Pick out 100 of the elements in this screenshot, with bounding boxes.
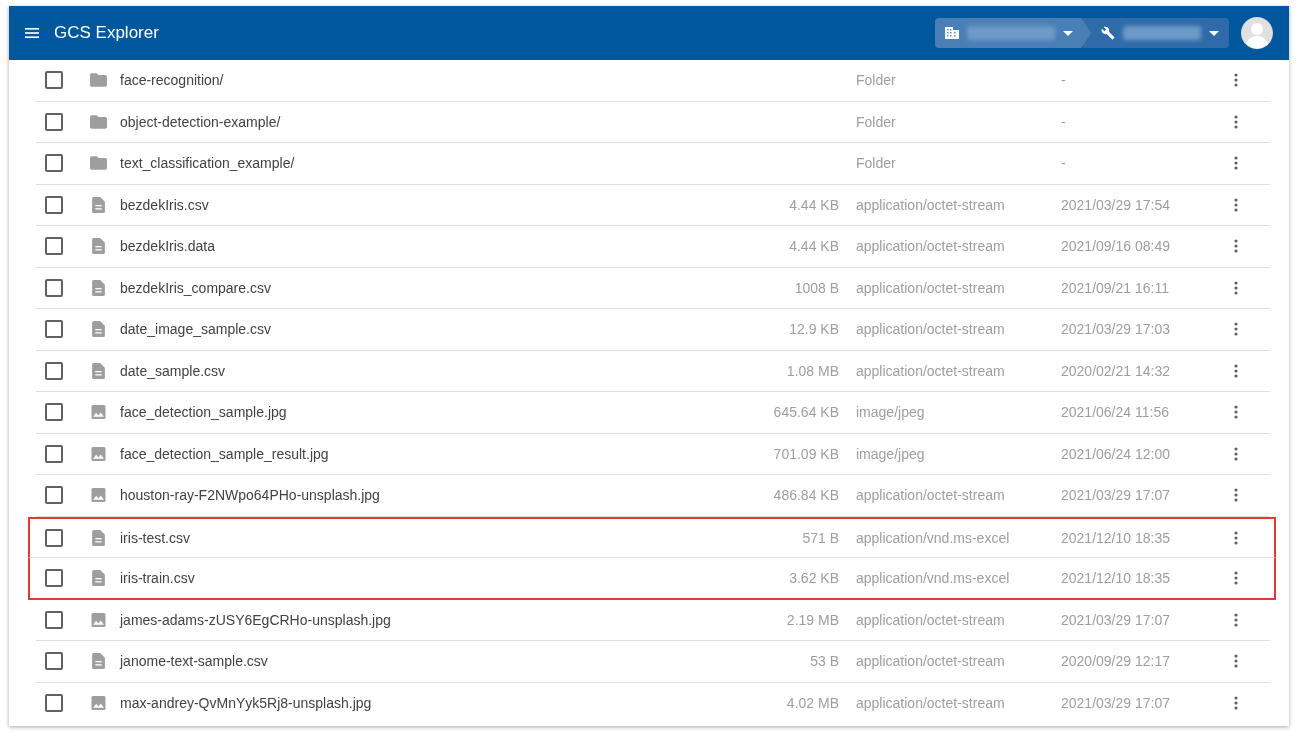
folder-icon	[90, 114, 107, 129]
more-options-icon[interactable]	[1234, 612, 1238, 627]
updated-date: 2021/03/29 17:07	[1061, 487, 1171, 504]
file-row[interactable]: iris-train.csv 3.62 KB application/vnd.ms-excel 2021/12/10 18:35	[28, 558, 1276, 600]
more-options-icon[interactable]	[1234, 280, 1238, 295]
file-name[interactable]: face_detection_sample_result.jpg	[120, 445, 680, 462]
file-row[interactable]: date_image_sample.csv 12.9 KB application/octet-stream 2021/03/29 17:03	[36, 309, 1270, 351]
document-icon	[92, 196, 105, 213]
updated-date: 2021/06/24 11:56	[1061, 404, 1170, 421]
row-checkbox[interactable]	[45, 528, 63, 547]
more-options-icon[interactable]	[1234, 197, 1238, 212]
organization-selector[interactable]	[935, 18, 1091, 48]
row-checkbox[interactable]	[45, 486, 63, 505]
row-checkbox[interactable]	[45, 154, 63, 173]
file-name[interactable]: date_sample.csv	[120, 362, 680, 379]
file-type: Folder	[856, 72, 897, 89]
row-checkbox[interactable]	[45, 320, 63, 339]
file-row[interactable]: date_sample.csv 1.08 MB application/octet-stream 2020/02/21 14:32	[36, 350, 1270, 392]
file-size: 701.09 KB	[773, 445, 839, 462]
file-name[interactable]: james-adams-zUSY6EgCRHo-unsplash.jpg	[120, 611, 680, 628]
row-checkbox[interactable]	[45, 694, 63, 713]
updated-date: 2020/09/29 12:17	[1061, 653, 1171, 670]
file-row[interactable]: bezdekIris.data 4.44 KB application/octet-stream 2021/09/16 08:49	[36, 226, 1270, 268]
more-options-icon[interactable]	[1234, 696, 1238, 711]
more-options-icon[interactable]	[1234, 530, 1238, 545]
file-size: 486.84 KB	[773, 487, 839, 504]
file-name[interactable]: date_image_sample.csv	[120, 321, 680, 338]
file-row[interactable]: houston-ray-F2NWpo64PHo-unsplash.jpg 486.84 KB application/octet-stream 2021/03/29 17:07	[36, 475, 1270, 517]
row-checkbox[interactable]	[45, 444, 63, 463]
file-name[interactable]: iris-train.csv	[120, 569, 680, 586]
file-type: application/vnd.ms-excel	[856, 529, 1011, 546]
document-icon	[92, 653, 105, 670]
file-type: Folder	[856, 155, 897, 172]
file-name[interactable]: houston-ray-F2NWpo64PHo-unsplash.jpg	[120, 487, 680, 504]
row-checkbox[interactable]	[45, 195, 63, 214]
file-name[interactable]: janome-text-sample.csv	[120, 653, 680, 670]
file-type: application/octet-stream	[856, 695, 1006, 712]
more-options-icon[interactable]	[1234, 322, 1238, 337]
avatar-icon[interactable]	[1241, 17, 1273, 49]
file-row[interactable]: face-recognition/ Folder -	[36, 60, 1270, 102]
file-type: application/octet-stream	[856, 362, 1006, 379]
file-size: 2.19 MB	[786, 611, 839, 628]
row-checkbox[interactable]	[45, 403, 63, 422]
file-type: application/octet-stream	[856, 196, 1006, 213]
row-checkbox[interactable]	[45, 610, 63, 629]
updated-date: 2021/03/29 17:07	[1061, 611, 1171, 628]
project-selector[interactable]	[1083, 18, 1229, 48]
updated-date: 2021/03/29 17:03	[1061, 321, 1171, 338]
file-row[interactable]: james-adams-zUSY6EgCRHo-unsplash.jpg 2.19 MB application/octet-stream 2021/03/29 17:07	[36, 599, 1270, 641]
more-options-icon[interactable]	[1234, 363, 1238, 378]
more-options-icon[interactable]	[1234, 156, 1238, 171]
more-options-icon[interactable]	[1234, 73, 1238, 88]
file-name[interactable]: max-andrey-QvMnYyk5Rj8-unsplash.jpg	[120, 695, 680, 712]
file-type: Folder	[856, 113, 897, 130]
file-name[interactable]: bezdekIris.csv	[120, 196, 680, 213]
updated-date: 2021/03/29 17:54	[1061, 196, 1171, 213]
row-checkbox[interactable]	[45, 278, 63, 297]
file-type: application/octet-stream	[856, 611, 1006, 628]
more-options-icon[interactable]	[1234, 654, 1238, 669]
image-icon	[90, 446, 107, 461]
document-icon	[92, 238, 105, 255]
more-options-icon[interactable]	[1234, 114, 1238, 129]
file-row[interactable]: bezdekIris.csv 4.44 KB application/octet-stream 2021/03/29 17:54	[36, 184, 1270, 226]
more-options-icon[interactable]	[1234, 570, 1238, 585]
document-icon	[92, 362, 105, 379]
more-options-icon[interactable]	[1234, 405, 1238, 420]
more-options-icon[interactable]	[1234, 446, 1238, 461]
more-options-icon[interactable]	[1234, 488, 1238, 503]
row-checkbox[interactable]	[45, 112, 63, 131]
file-size: 571 B	[802, 529, 839, 546]
document-icon	[92, 569, 105, 586]
file-row[interactable]: janome-text-sample.csv 53 B application/octet-stream 2020/09/29 12:17	[36, 641, 1270, 683]
file-row[interactable]: max-andrey-QvMnYyk5Rj8-unsplash.jpg 4.02 MB application/octet-stream 2021/03/29 17:07	[36, 682, 1270, 724]
row-checkbox[interactable]	[45, 237, 63, 256]
updated-date: 2020/02/21 14:32	[1061, 362, 1171, 379]
row-checkbox[interactable]	[45, 568, 63, 587]
file-row[interactable]: face_detection_sample_result.jpg 701.09 KB image/jpeg 2021/06/24 12:00	[36, 433, 1270, 475]
file-name[interactable]: face_detection_sample.jpg	[120, 404, 680, 421]
file-name[interactable]: face-recognition/	[120, 72, 680, 89]
file-row[interactable]: face_detection_sample.jpg 645.64 KB image/jpeg 2021/06/24 11:56	[36, 392, 1270, 434]
row-checkbox[interactable]	[45, 361, 63, 380]
file-name[interactable]: text_classification_example/	[120, 155, 680, 172]
file-size: 645.64 KB	[773, 404, 839, 421]
row-checkbox[interactable]	[45, 71, 63, 90]
more-options-icon[interactable]	[1234, 239, 1238, 254]
file-name[interactable]: bezdekIris.data	[120, 238, 680, 255]
file-row[interactable]: object-detection-example/ Folder -	[36, 101, 1270, 143]
file-size: 3.62 KB	[789, 569, 839, 586]
file-name[interactable]: iris-test.csv	[120, 529, 680, 546]
dropdown-caret-icon	[1209, 30, 1219, 36]
file-name[interactable]: object-detection-example/	[120, 113, 680, 130]
file-name[interactable]: bezdekIris_compare.csv	[120, 279, 680, 296]
file-size: 4.02 MB	[786, 695, 839, 712]
menu-icon[interactable]	[25, 28, 39, 38]
updated-date: -	[1061, 113, 1067, 130]
row-checkbox[interactable]	[45, 652, 63, 671]
file-row[interactable]: iris-test.csv 571 B application/vnd.ms-excel 2021/12/10 18:35	[28, 516, 1276, 558]
file-row[interactable]: text_classification_example/ Folder -	[36, 143, 1270, 185]
image-icon	[90, 696, 107, 711]
file-row[interactable]: bezdekIris_compare.csv 1008 B application/octet-stream 2021/09/21 16:11	[36, 267, 1270, 309]
